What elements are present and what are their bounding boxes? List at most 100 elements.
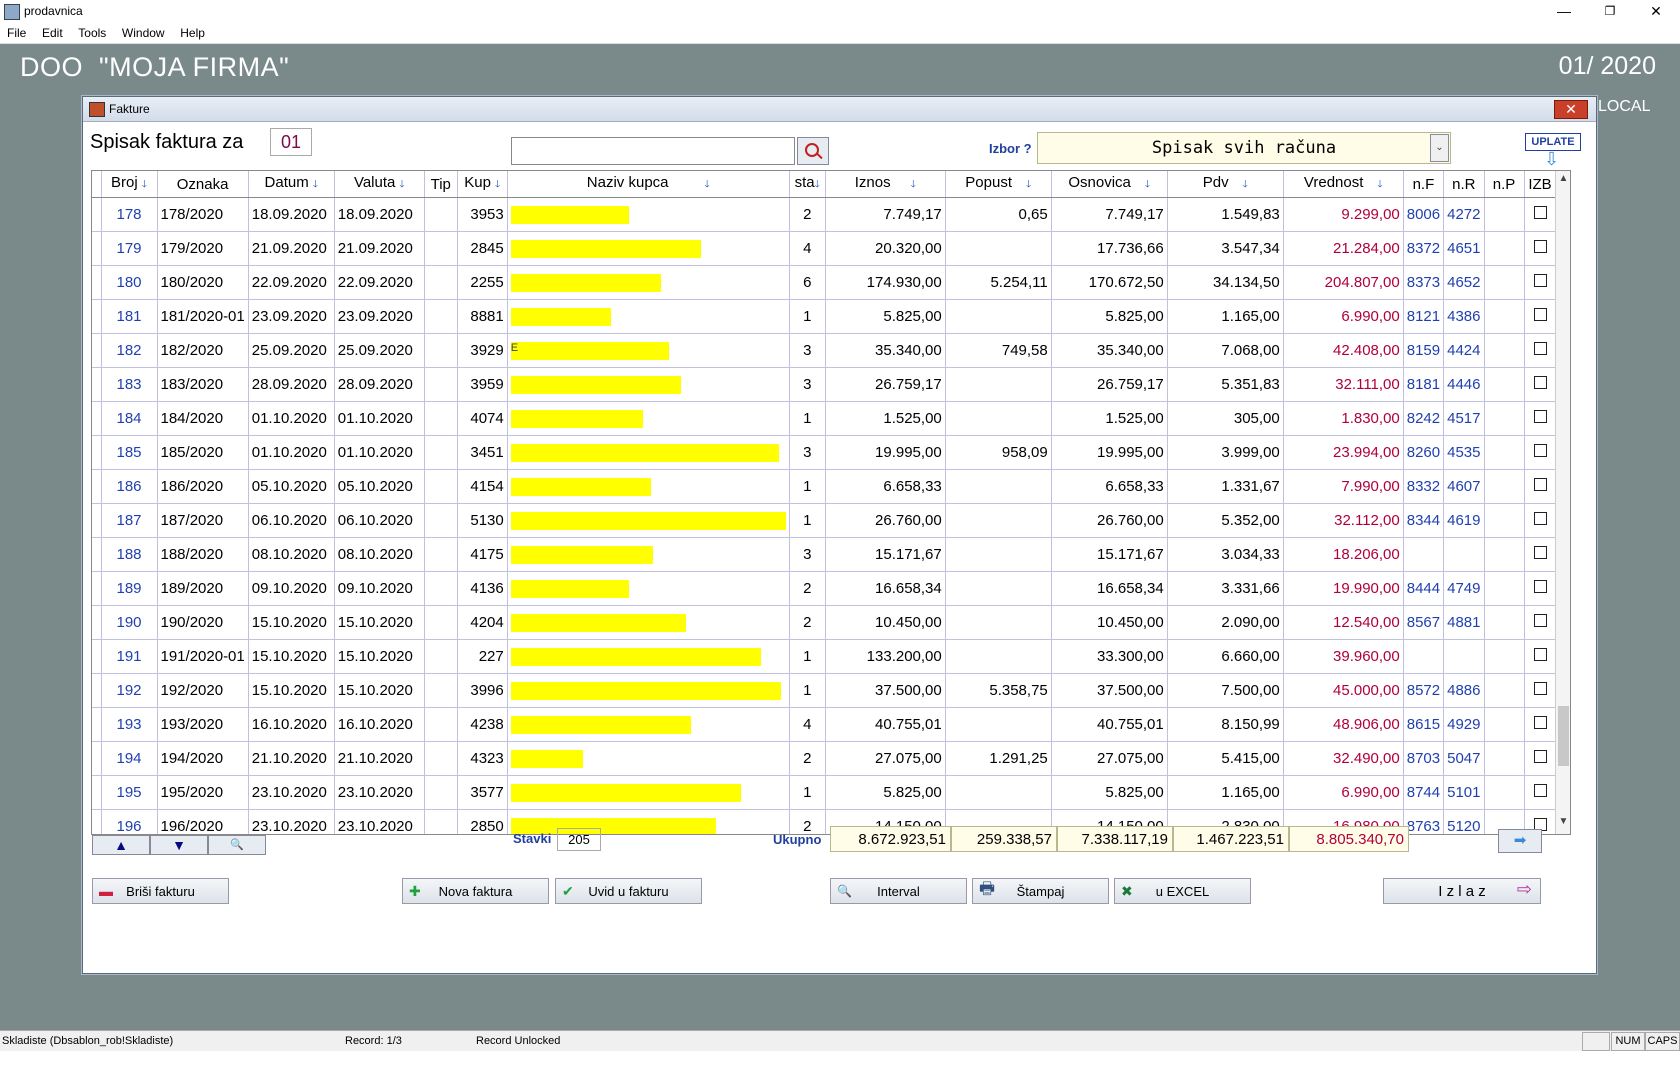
izb-checkbox[interactable] (1533, 546, 1547, 559)
izb-checkbox[interactable] (1533, 614, 1547, 627)
nav-down-button[interactable]: ▼ (150, 835, 208, 855)
col-sta[interactable]: sta🡓 (789, 171, 826, 198)
row-header[interactable] (92, 775, 102, 810)
table-row[interactable]: 181 181/2020-01 23.09.2020 23.09.2020 8881 1 5… (92, 299, 1557, 334)
table-row[interactable]: 190 190/2020 15.10.2020 15.10.2020 4204 2 10.4… (92, 605, 1557, 640)
col-pdv[interactable]: Pdv 🡓 (1167, 171, 1284, 198)
col-nf[interactable]: n.F (1403, 171, 1445, 198)
col-np[interactable]: n.P (1484, 171, 1525, 198)
table-row[interactable]: 192 192/2020 15.10.2020 15.10.2020 3996 1 37.5… (92, 673, 1557, 708)
table-row[interactable]: 191 191/2020-01 15.10.2020 15.10.2020 227 1 13… (92, 639, 1557, 674)
col-tip[interactable]: Tip (424, 171, 458, 198)
row-header[interactable] (92, 639, 102, 674)
table-row[interactable]: 182 182/2020 25.09.2020 25.09.2020 3929 E 3 35.… (92, 333, 1557, 368)
row-header[interactable] (92, 435, 102, 470)
row-header[interactable] (92, 265, 102, 300)
izb-checkbox[interactable] (1533, 682, 1547, 695)
col-iznos[interactable]: Iznos 🡓 (825, 171, 946, 198)
row-header[interactable] (92, 401, 102, 436)
menu-window[interactable]: Window (122, 23, 165, 43)
table-row[interactable]: 195 195/2020 23.10.2020 23.10.2020 3577 1 5.82… (92, 775, 1557, 810)
izb-checkbox[interactable] (1533, 206, 1547, 219)
table-row[interactable]: 183 183/2020 28.09.2020 28.09.2020 3959 3 26.7… (92, 367, 1557, 402)
table-row[interactable]: 189 189/2020 09.10.2020 09.10.2020 4136 2 16.6… (92, 571, 1557, 606)
col-izb[interactable]: IZB (1524, 171, 1557, 198)
table-row[interactable]: 187 187/2020 06.10.2020 06.10.2020 5130 1 26.7… (92, 503, 1557, 538)
grid-scrollbar[interactable]: ▲ ▼ (1555, 171, 1570, 834)
col-kup[interactable]: Kup 🡓 (457, 171, 508, 198)
col-valuta[interactable]: Valuta 🡓 (334, 171, 425, 198)
row-header[interactable] (92, 333, 102, 368)
scroll-up-icon[interactable]: ▲ (1556, 173, 1570, 184)
minimize-button[interactable]: — (1541, 0, 1587, 23)
col-oznaka[interactable]: Oznaka (157, 171, 249, 198)
col-vrednost[interactable]: Vrednost 🡓 (1283, 171, 1404, 198)
izb-checkbox[interactable] (1533, 716, 1547, 729)
col-broj[interactable]: Broj 🡓 (101, 171, 158, 198)
izbor-select[interactable]: Spisak svih računa ⌄ (1037, 132, 1451, 164)
row-header[interactable] (92, 707, 102, 742)
row-header[interactable] (92, 197, 102, 232)
uvid-u-fakturu-button[interactable]: ✔ Uvid u fakturu (555, 878, 702, 904)
izlaz-button[interactable]: I z l a z ⇨ (1383, 878, 1541, 904)
search-input[interactable] (511, 137, 795, 165)
nova-faktura-button[interactable]: ✚ Nova faktura (402, 878, 549, 904)
menu-help[interactable]: Help (180, 23, 205, 43)
col-datum[interactable]: Datum 🡓 (248, 171, 335, 198)
izb-checkbox[interactable] (1533, 784, 1547, 797)
nav-find-button[interactable]: 🔍 (208, 835, 266, 855)
col-osnovica[interactable]: Osnovica 🡓 (1051, 171, 1168, 198)
izb-checkbox[interactable] (1533, 750, 1547, 763)
nav-up-button[interactable]: ▲ (92, 835, 150, 855)
izb-checkbox[interactable] (1533, 376, 1547, 389)
interval-button[interactable]: 🔍 Interval (830, 878, 967, 904)
arrow-right-button[interactable]: ➡ (1498, 829, 1542, 853)
brisi-fakturu-button[interactable]: ▬ Briši fakturu (92, 878, 229, 904)
table-row[interactable]: 193 193/2020 16.10.2020 16.10.2020 4238 4 40.7… (92, 707, 1557, 742)
menu-edit[interactable]: Edit (42, 23, 63, 43)
close-app-button[interactable]: ✕ (1633, 0, 1679, 23)
row-header[interactable] (92, 503, 102, 538)
row-header[interactable] (92, 809, 102, 834)
table-row[interactable]: 180 180/2020 22.09.2020 22.09.2020 2255 6 174.… (92, 265, 1557, 300)
search-button[interactable] (797, 137, 829, 165)
izb-checkbox[interactable] (1533, 308, 1547, 321)
col-popust[interactable]: Popust 🡓 (945, 171, 1052, 198)
table-row[interactable]: 179 179/2020 21.09.2020 21.09.2020 2845 4 20.3… (92, 231, 1557, 266)
izb-checkbox[interactable] (1533, 444, 1547, 457)
row-header[interactable] (92, 469, 102, 504)
izb-checkbox[interactable] (1533, 240, 1547, 253)
table-row[interactable]: 194 194/2020 21.10.2020 21.10.2020 4323 2 27.0… (92, 741, 1557, 776)
izb-checkbox[interactable] (1533, 512, 1547, 525)
izb-checkbox[interactable] (1533, 478, 1547, 491)
izb-checkbox[interactable] (1533, 342, 1547, 355)
chevron-down-icon[interactable]: ⌄ (1430, 134, 1449, 162)
col-nr[interactable]: n.R (1443, 171, 1485, 198)
row-header[interactable] (92, 299, 102, 334)
table-row[interactable]: 184 184/2020 01.10.2020 01.10.2020 4074 1 1.52… (92, 401, 1557, 436)
menu-file[interactable]: File (7, 23, 26, 43)
row-header[interactable] (92, 367, 102, 402)
table-row[interactable]: 185 185/2020 01.10.2020 01.10.2020 3451 3 19.9… (92, 435, 1557, 470)
maximize-button[interactable]: ❐ (1587, 0, 1633, 23)
row-header[interactable] (92, 741, 102, 776)
izb-checkbox[interactable] (1533, 274, 1547, 287)
excel-button[interactable]: ✖ u EXCEL (1114, 878, 1251, 904)
table-row[interactable]: 186 186/2020 05.10.2020 05.10.2020 4154 1 6.65… (92, 469, 1557, 504)
row-header[interactable] (92, 673, 102, 708)
menu-tools[interactable]: Tools (78, 23, 106, 43)
stampaj-button[interactable]: 🖶 Štampaj (972, 878, 1109, 904)
row-header[interactable] (92, 605, 102, 640)
scroll-down-icon[interactable]: ▼ (1556, 816, 1570, 827)
month-field[interactable]: 01 (270, 128, 312, 156)
scroll-thumb[interactable] (1558, 706, 1569, 766)
izb-checkbox[interactable] (1533, 410, 1547, 423)
window-close-button[interactable]: ✕ (1554, 100, 1588, 119)
row-header[interactable] (92, 571, 102, 606)
izb-checkbox[interactable] (1533, 648, 1547, 661)
table-row[interactable]: 178 178/2020 18.09.2020 18.09.2020 3953 2 7.74… (92, 197, 1557, 232)
izb-checkbox[interactable] (1533, 580, 1547, 593)
table-row[interactable]: 188 188/2020 08.10.2020 08.10.2020 4175 3 15.1… (92, 537, 1557, 572)
row-header[interactable] (92, 537, 102, 572)
row-header[interactable] (92, 231, 102, 266)
